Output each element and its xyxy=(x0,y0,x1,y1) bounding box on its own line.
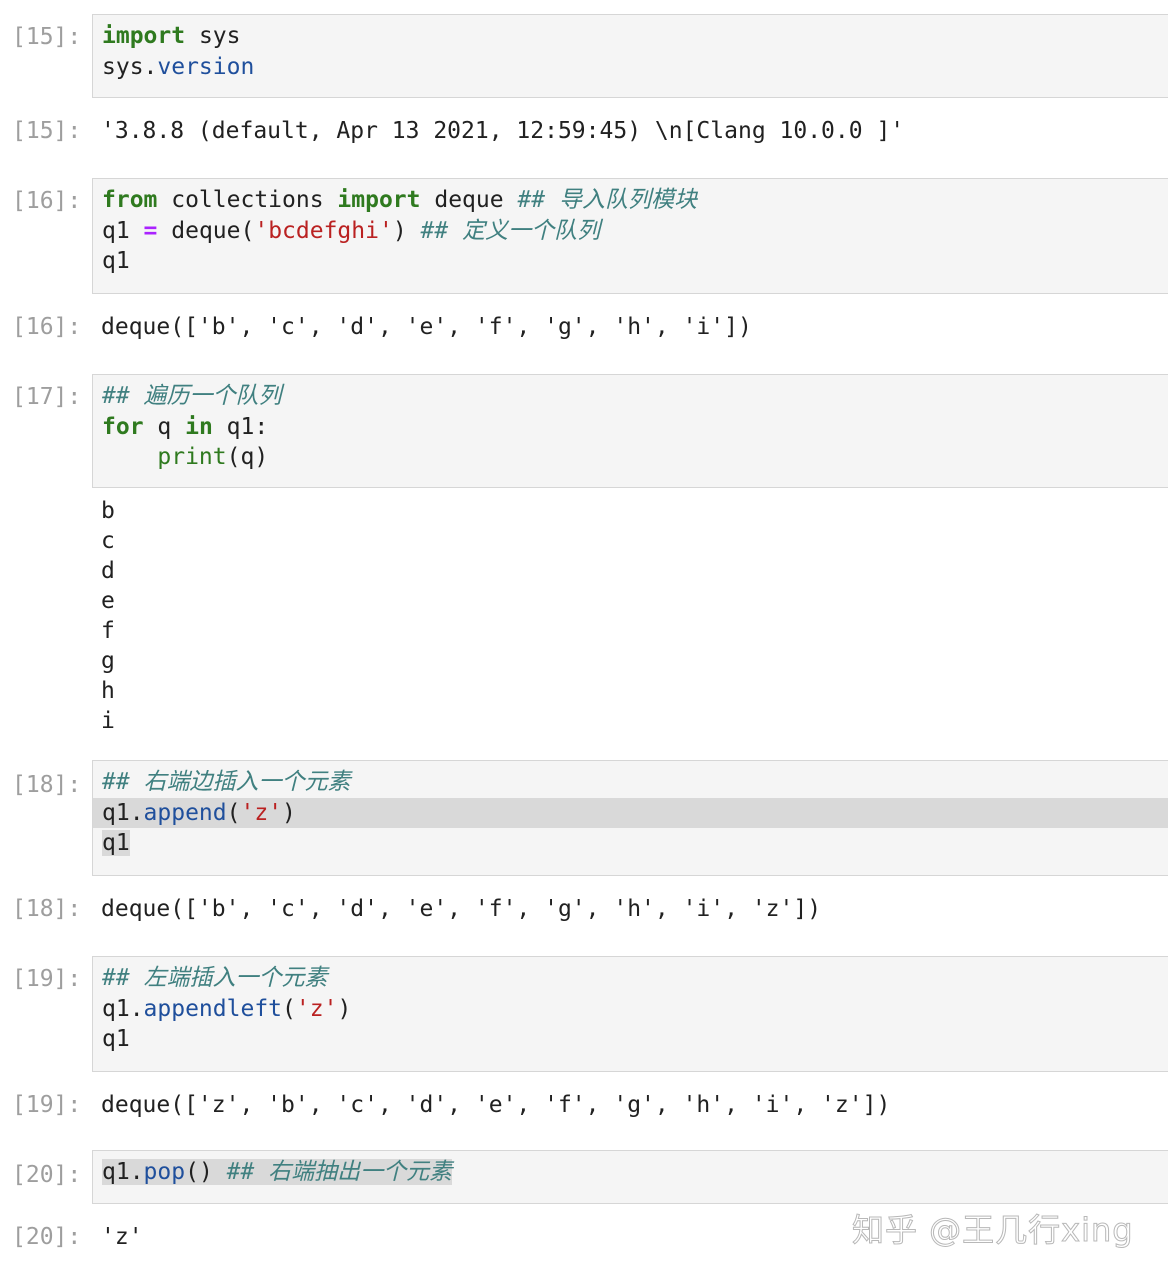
code-line[interactable]: import sys xyxy=(102,21,1168,52)
code-token: ) xyxy=(282,799,296,826)
stream-output-line: i xyxy=(101,708,115,734)
cell-output-19: deque(['z', 'b', 'c', 'd', 'e', 'f', 'g'… xyxy=(101,1092,891,1118)
stream-output-17: bcdefghi xyxy=(101,496,115,736)
code-token: q1 xyxy=(102,217,144,244)
code-cell-18[interactable]: ## 右端边插入一个元素 q1.append('z') q1 xyxy=(92,760,1168,876)
code-line[interactable]: q1 xyxy=(102,828,1168,859)
code-line[interactable]: q1 xyxy=(102,1024,1168,1055)
cell-output-16: deque(['b', 'c', 'd', 'e', 'f', 'g', 'h'… xyxy=(101,314,752,340)
code-line[interactable]: q1 = deque('bcdefghi') ## 定义一个队列 xyxy=(102,216,1168,247)
code-token: ) xyxy=(392,217,421,244)
code-line[interactable]: print(q) xyxy=(102,442,1168,473)
code-line[interactable]: q1.appendleft('z') xyxy=(102,994,1168,1025)
code-token: print xyxy=(157,444,227,470)
code-cell-19[interactable]: ## 左端插入一个元素 q1.appendleft('z') q1 xyxy=(92,956,1168,1072)
code-token: q1. xyxy=(102,1159,144,1185)
code-line[interactable]: q1 xyxy=(102,246,1168,277)
code-comment: ## 遍历一个队列 xyxy=(102,383,282,409)
code-comment: ## 右端边插入一个元素 xyxy=(102,769,351,795)
code-token: deque xyxy=(420,187,518,213)
output-prompt-19: [19]: xyxy=(12,1092,82,1118)
code-line[interactable]: ## 右端边插入一个元素 xyxy=(102,767,1168,798)
stream-output-line: c xyxy=(101,528,115,554)
cell-output-20: 'z' xyxy=(101,1224,143,1250)
code-token: ( xyxy=(282,995,296,1022)
cell-output-18: deque(['b', 'c', 'd', 'e', 'f', 'g', 'h'… xyxy=(101,896,822,922)
output-prompt-15: [15]: xyxy=(12,118,82,144)
input-prompt-20: [20]: xyxy=(12,1162,82,1188)
code-token: 'z' xyxy=(295,995,338,1022)
code-line[interactable]: q1.append('z') xyxy=(93,797,1168,829)
code-token: ( xyxy=(226,799,241,826)
code-line[interactable]: ## 左端插入一个元素 xyxy=(102,963,1168,994)
code-token: q1 xyxy=(102,1026,130,1052)
stream-output-line: d xyxy=(101,558,115,584)
stream-output-line: f xyxy=(101,618,115,644)
code-comment: ## 导入队列模块 xyxy=(517,187,697,213)
code-token: q1 xyxy=(102,830,130,856)
zhihu-watermark: 知乎 @王几行xing xyxy=(852,1211,1134,1250)
input-prompt-17: [17]: xyxy=(12,384,82,410)
stream-output-line: g xyxy=(101,648,115,674)
code-token: import xyxy=(102,23,186,49)
input-prompt-16: [16]: xyxy=(12,188,82,214)
input-prompt-19: [19]: xyxy=(12,966,82,992)
code-token: q1. xyxy=(102,799,144,826)
code-token: sys. xyxy=(102,53,158,80)
code-token: collections xyxy=(157,187,338,213)
code-token: appendleft xyxy=(143,995,283,1022)
code-token: 'bcdefghi' xyxy=(254,217,393,244)
stream-output-line: b xyxy=(101,498,115,524)
code-token: q xyxy=(143,413,186,440)
code-comment: ## 左端插入一个元素 xyxy=(102,965,328,991)
code-line[interactable]: q1.pop() ## 右端抽出一个元素 xyxy=(102,1157,1168,1188)
code-token: from xyxy=(102,187,158,213)
code-token: for xyxy=(102,413,144,440)
stream-output-line: e xyxy=(101,588,115,614)
code-line[interactable]: ## 遍历一个队列 xyxy=(102,381,1168,412)
code-cell-20[interactable]: q1.pop() ## 右端抽出一个元素 xyxy=(92,1150,1168,1204)
code-token: ) xyxy=(337,995,352,1022)
code-token: version xyxy=(157,53,255,80)
code-comment: ## 右端抽出一个元素 xyxy=(226,1159,453,1185)
code-token: in xyxy=(185,413,213,440)
input-prompt-15: [15]: xyxy=(12,24,82,50)
input-prompt-18: [18]: xyxy=(12,772,82,798)
code-token: deque( xyxy=(157,217,255,244)
code-comment: ## 定义一个队列 xyxy=(420,217,601,244)
code-cell-17[interactable]: ## 遍历一个队列 for q in q1: print(q) xyxy=(92,374,1168,488)
output-prompt-20: [20]: xyxy=(12,1224,82,1250)
code-token: import xyxy=(337,187,421,213)
output-prompt-16: [16]: xyxy=(12,314,82,340)
output-prompt-18: [18]: xyxy=(12,896,82,922)
code-token: q1. xyxy=(102,995,144,1022)
code-token: append xyxy=(143,799,227,826)
code-line[interactable]: for q in q1: xyxy=(102,412,1168,443)
code-token: 'z' xyxy=(240,799,283,826)
code-line[interactable]: from collections import deque ## 导入队列模块 xyxy=(102,185,1168,216)
code-cell-15[interactable]: import sys sys.version xyxy=(92,14,1168,98)
code-token: pop xyxy=(143,1159,186,1185)
cell-output-15: '3.8.8 (default, Apr 13 2021, 12:59:45) … xyxy=(101,118,905,144)
code-line[interactable]: sys.version xyxy=(102,52,1168,83)
code-token: = xyxy=(143,217,158,244)
code-token: q1 xyxy=(102,248,130,274)
code-token: () xyxy=(185,1159,227,1185)
code-token: (q) xyxy=(226,444,269,470)
stream-output-line: h xyxy=(101,678,115,704)
code-cell-16[interactable]: from collections import deque ## 导入队列模块 q… xyxy=(92,178,1168,294)
code-token: sys xyxy=(185,23,241,49)
code-token: q1: xyxy=(212,413,269,440)
